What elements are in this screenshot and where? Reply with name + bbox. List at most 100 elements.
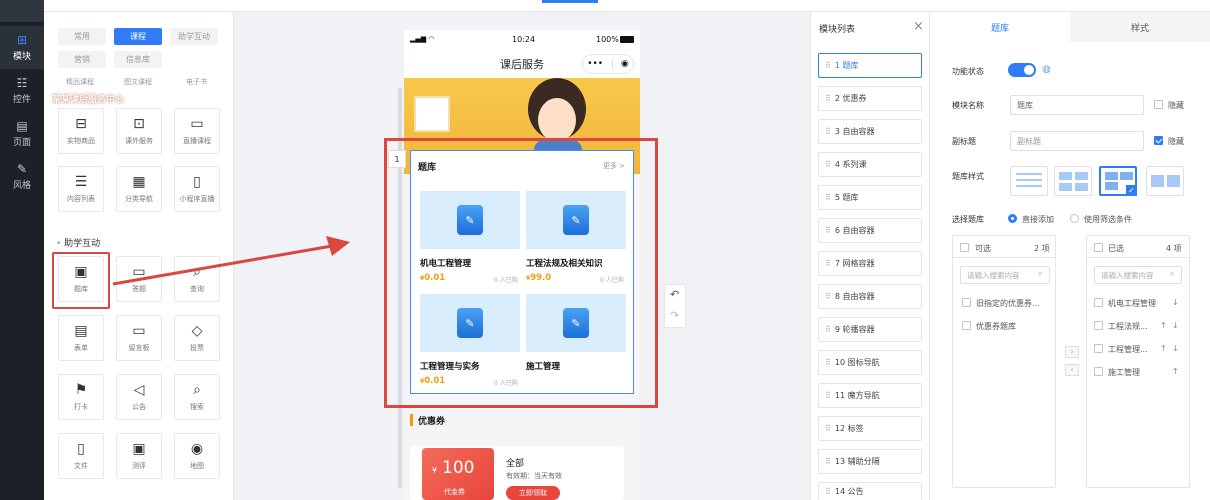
right-item-checkbox[interactable] — [1094, 298, 1103, 307]
tile-vote[interactable]: ◇ 投票 — [174, 315, 220, 361]
drag-handle-icon[interactable]: ⠿ — [825, 193, 831, 202]
drag-handle-icon[interactable]: ⠿ — [825, 160, 831, 169]
left-panel-title: 可选 — [975, 244, 991, 253]
tile-form[interactable]: ▤ 表单 — [58, 315, 104, 361]
close-icon[interactable]: × — [913, 19, 924, 34]
module-item[interactable]: ⠿ 13 辅助分隔 — [818, 449, 922, 474]
radio-direct[interactable] — [1008, 214, 1017, 223]
drag-handle-icon[interactable]: ⠿ — [825, 391, 831, 400]
drag-handle-icon[interactable]: ⠿ — [825, 61, 831, 70]
tile-label: 公告 — [132, 403, 146, 411]
tile-file[interactable]: ▯ 文件 — [58, 433, 104, 479]
module-item[interactable]: ⠿ 1 题库 — [818, 53, 922, 78]
close-circle-icon[interactable]: ◉ — [621, 59, 629, 69]
right-item-checkbox[interactable] — [1094, 344, 1103, 353]
tile-extra-service[interactable]: ⊡ 课外服务 — [116, 108, 162, 154]
tile-physical-goods[interactable]: ⊟ 实物商品 — [58, 108, 104, 154]
move-down-icon[interactable]: ↓ — [1172, 321, 1179, 330]
subtitle-input[interactable]: 副标题 — [1010, 131, 1144, 151]
style-option-list[interactable] — [1010, 166, 1048, 196]
module-item[interactable]: ⠿ 9 轮播容器 — [818, 317, 922, 342]
drag-handle-icon[interactable]: ⠿ — [825, 457, 831, 466]
category-common[interactable]: 常用 — [58, 28, 106, 45]
module-item[interactable]: ⠿ 3 自由容器 — [818, 119, 922, 144]
undo-icon[interactable]: ↶ — [670, 288, 679, 301]
right-item-checkbox[interactable] — [1094, 367, 1103, 376]
nav-bar: 课后服务 ••• ◉ — [404, 50, 640, 78]
drag-handle-icon[interactable]: ⠿ — [825, 226, 831, 235]
module-item[interactable]: ⠿ 11 魔方导航 — [818, 383, 922, 408]
category-course[interactable]: 课程 — [114, 28, 162, 45]
style-option-grid[interactable]: ✓ — [1099, 166, 1137, 196]
drag-handle-icon[interactable]: ⠿ — [825, 292, 831, 301]
left-item-checkbox[interactable] — [962, 298, 971, 307]
move-up-icon[interactable]: ↑ — [1160, 344, 1167, 353]
subtitle-hide-checkbox[interactable] — [1154, 136, 1163, 145]
style-option-carousel[interactable] — [1146, 166, 1184, 196]
left-item-label: 优惠券题库 — [976, 322, 1016, 331]
move-down-icon[interactable]: ↓ — [1172, 344, 1179, 353]
module-name-hide-checkbox[interactable] — [1154, 100, 1163, 109]
style-option-two-col[interactable] — [1054, 166, 1092, 196]
module-item[interactable]: ⠿ 12 标签 — [818, 416, 922, 441]
move-up-icon[interactable]: ↑ — [1160, 321, 1167, 330]
search-icon: ⌕ — [193, 382, 201, 398]
tile-checkin[interactable]: ⚑ 打卡 — [58, 374, 104, 420]
tile-search[interactable]: ⌕ 搜索 — [174, 374, 220, 420]
more-icon[interactable]: ••• — [587, 59, 603, 69]
tile-assessment[interactable]: ▣ 测评 — [116, 433, 162, 479]
right-item-checkbox[interactable] — [1094, 321, 1103, 330]
coupon-card[interactable]: ¥ 100 代金券 全部 有效期：当天有效 立即领取 — [410, 446, 624, 500]
drag-handle-icon[interactable]: ⠿ — [825, 424, 831, 433]
module-item[interactable]: ⠿ 8 自由容器 — [818, 284, 922, 309]
left-select-all-checkbox[interactable] — [960, 243, 969, 252]
func-status-toggle[interactable] — [1008, 63, 1036, 77]
tile-live-course[interactable]: ▭ 直播课程 — [174, 108, 220, 154]
tile-mini-live[interactable]: ▯ 小程序直播 — [174, 166, 220, 212]
module-item[interactable]: ⠿ 6 自由容器 — [818, 218, 922, 243]
transfer-left-button[interactable]: ‹ — [1065, 364, 1079, 376]
right-search-input[interactable]: 请输入搜索内容 — [1094, 266, 1182, 284]
module-item[interactable]: ⠿ 4 系列课 — [818, 152, 922, 177]
tile-announcement[interactable]: ◁ 公告 — [116, 374, 162, 420]
tile-message-board[interactable]: ▭ 留言板 — [116, 315, 162, 361]
help-icon[interactable]: ◍ — [1042, 64, 1051, 75]
left-item-checkbox[interactable] — [962, 321, 971, 330]
nav-modules[interactable]: ⊞ 模块 — [0, 26, 44, 69]
tile-content-list[interactable]: ☰ 内容列表 — [58, 166, 104, 212]
left-search-input[interactable]: 请输入搜索内容 — [960, 266, 1050, 284]
drag-handle-icon[interactable]: ⠿ — [825, 325, 831, 334]
nav-style[interactable]: ✎ 风格 — [0, 155, 44, 198]
module-item-label: 2 优惠券 — [834, 94, 867, 103]
nav-controls[interactable]: ☷ 控件 — [0, 69, 44, 112]
right-select-all-checkbox[interactable] — [1094, 243, 1103, 252]
nav-pages[interactable]: ▤ 页面 — [0, 112, 44, 155]
tab-question-bank[interactable]: 题库 — [930, 12, 1070, 42]
module-item[interactable]: ⠿ 5 题库 — [818, 185, 922, 210]
tile-category-nav[interactable]: ▦ 分类导航 — [116, 166, 162, 212]
move-up-icon[interactable]: ↑ — [1172, 367, 1179, 376]
module-item[interactable]: ⠿ 2 优惠券 — [818, 86, 922, 111]
module-item[interactable]: ⠿ 14 公告 — [818, 482, 922, 500]
drag-handle-icon[interactable]: ⠿ — [825, 358, 831, 367]
tab-style[interactable]: 样式 — [1070, 12, 1210, 42]
move-down-icon[interactable]: ↓ — [1172, 298, 1179, 307]
drag-handle-icon[interactable]: ⠿ — [825, 259, 831, 268]
drag-handle-icon[interactable]: ⠿ — [825, 487, 831, 496]
module-item[interactable]: ⠿ 7 网格容器 — [818, 251, 922, 276]
category-marketing[interactable]: 营销 — [58, 51, 106, 68]
tile-map[interactable]: ◉ 地图 — [174, 433, 220, 479]
redo-icon[interactable]: ↷ — [670, 309, 679, 322]
transfer-right-button[interactable]: › — [1065, 346, 1079, 358]
category-info[interactable]: 信息库 — [114, 51, 162, 68]
capsule-button[interactable]: ••• ◉ — [582, 54, 634, 74]
banner-text: 某某课后服务中心 — [52, 95, 125, 105]
module-item[interactable]: ⠿ 10 图标导航 — [818, 350, 922, 375]
coupon-claim-button[interactable]: 立即领取 — [506, 486, 560, 500]
drag-handle-icon[interactable]: ⠿ — [825, 127, 831, 136]
module-name-input[interactable]: 题库 — [1010, 95, 1144, 115]
form-icon: ▤ — [74, 323, 88, 339]
radio-filter[interactable] — [1070, 214, 1079, 223]
drag-handle-icon[interactable]: ⠿ — [825, 94, 831, 103]
category-interaction[interactable]: 助学互动 — [170, 28, 218, 45]
